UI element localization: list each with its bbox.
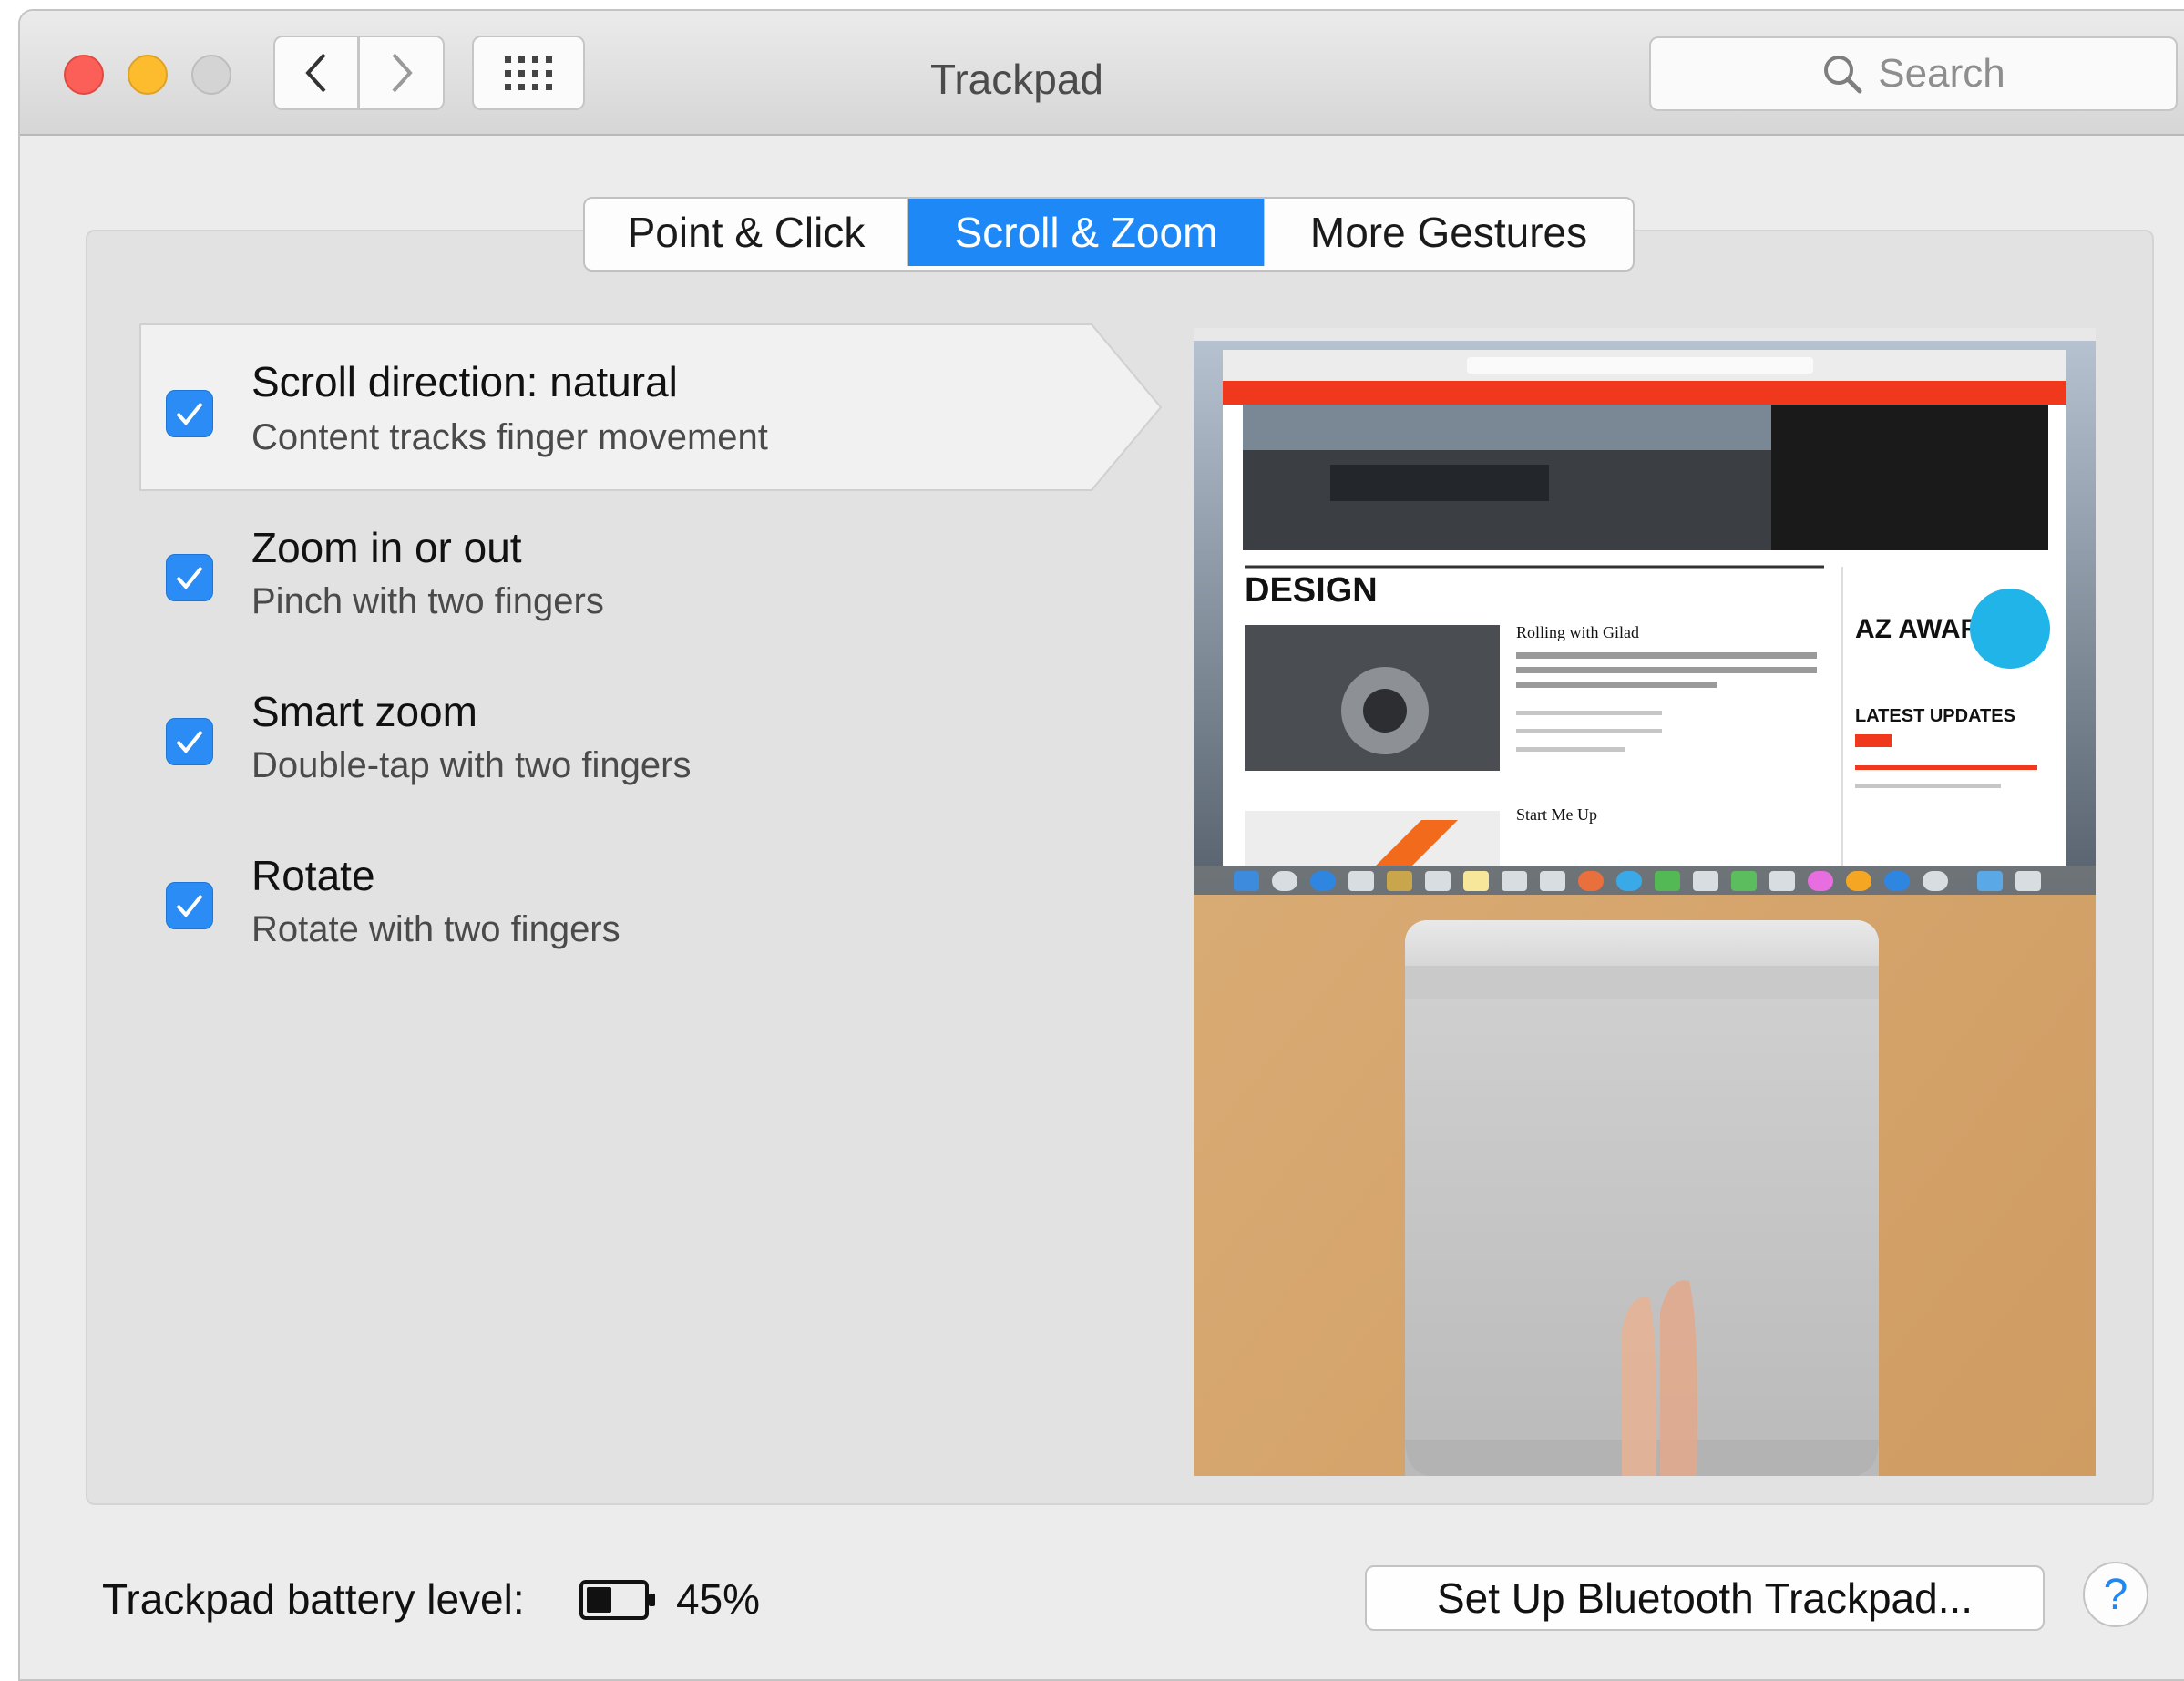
- checkmark-icon: [176, 402, 203, 426]
- option-title: Scroll direction: natural: [251, 358, 678, 405]
- battery-percent: 45%: [676, 1575, 761, 1623]
- selected-option-highlight: [139, 323, 1163, 491]
- option-subtitle: Pinch with two fingers: [251, 581, 604, 621]
- checkmark-icon: [176, 730, 203, 754]
- option-subtitle: Rotate with two fingers: [251, 909, 620, 949]
- option-subtitle: Content tracks finger movement: [251, 417, 768, 457]
- window-title: Trackpad: [929, 56, 1104, 103]
- option-subtitle: Double-tap with two fingers: [251, 745, 692, 785]
- checkmark-icon: [176, 566, 203, 590]
- tab-bar: Point & Click Scroll & Zoom More Gesture…: [583, 197, 1635, 272]
- battery-level-label: Trackpad battery level:: [102, 1575, 525, 1623]
- zoom-button[interactable]: [191, 55, 231, 95]
- grid-icon: [505, 56, 552, 90]
- preview-article-title-2: Start Me Up: [1516, 805, 1597, 824]
- tab-scroll-and-zoom[interactable]: Scroll & Zoom: [908, 199, 1264, 266]
- gesture-preview-video: DESIGN Rolling with Gilad Start Me Up AZ…: [1194, 328, 2096, 1476]
- checkbox-smart-zoom[interactable]: [166, 718, 213, 765]
- tab-more-gestures[interactable]: More Gestures: [1264, 199, 1633, 266]
- search-icon: [1824, 56, 1862, 94]
- preview-article-title: Rolling with Gilad: [1516, 623, 1639, 641]
- title-bar: Trackpad Search: [20, 11, 2184, 136]
- checkmark-icon: [176, 894, 203, 918]
- option-title: Zoom in or out: [251, 524, 522, 571]
- battery-icon: [579, 1580, 655, 1620]
- forward-button[interactable]: [359, 36, 445, 110]
- back-button[interactable]: [273, 36, 359, 110]
- checkbox-zoom[interactable]: [166, 554, 213, 601]
- tab-point-and-click[interactable]: Point & Click: [585, 199, 908, 266]
- checkbox-scroll-direction[interactable]: [166, 390, 213, 437]
- chevron-right-icon: [392, 53, 413, 93]
- help-button[interactable]: ?: [2083, 1562, 2148, 1627]
- option-title: Smart zoom: [251, 688, 477, 735]
- checkbox-rotate[interactable]: [166, 882, 213, 929]
- chevron-left-icon: [305, 53, 326, 93]
- option-title: Rotate: [251, 852, 375, 899]
- minimize-button[interactable]: [128, 55, 168, 95]
- screen-mockup: DESIGN Rolling with Gilad Start Me Up AZ…: [1194, 328, 2096, 895]
- show-all-button[interactable]: [472, 36, 585, 110]
- preferences-window: Trackpad Search Point & Click Scroll & Z…: [18, 9, 2184, 1681]
- preview-sidebar-heading: LATEST UPDATES: [1855, 706, 2015, 726]
- setup-bluetooth-trackpad-button[interactable]: Set Up Bluetooth Trackpad...: [1365, 1565, 2045, 1631]
- search-field[interactable]: Search: [1649, 36, 2178, 111]
- close-button[interactable]: [64, 55, 104, 95]
- search-placeholder: Search: [1878, 51, 2005, 96]
- preview-section-heading: DESIGN: [1245, 571, 1378, 610]
- battery-fill: [587, 1587, 611, 1613]
